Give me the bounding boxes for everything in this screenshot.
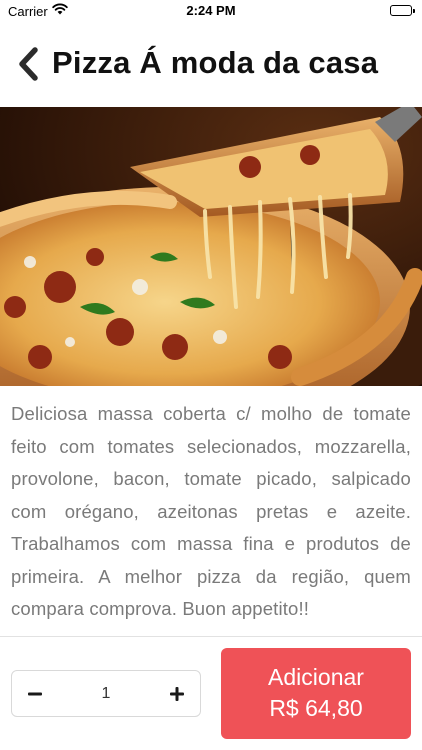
add-to-cart-button[interactable]: Adicionar R$ 64,80 [221,648,411,739]
page-title: Pizza Á moda da casa [52,45,379,80]
decrease-quantity-button[interactable] [12,671,58,716]
quantity-value: 1 [101,685,111,702]
divider [0,636,422,637]
back-button[interactable] [14,44,44,84]
chevron-left-icon [19,47,38,81]
add-button-label: Adicionar [268,664,364,690]
add-button-price: R$ 64,80 [269,695,363,721]
status-bar: Carrier 2:24 PM [0,0,422,22]
battery-icon [390,5,415,16]
plus-icon [170,686,184,701]
product-image [0,107,422,386]
minus-icon [28,692,42,695]
increase-quantity-button[interactable] [154,671,200,716]
header: Pizza Á moda da casa [0,40,422,90]
clock: 2:24 PM [186,3,236,18]
quantity-stepper: 1 [11,670,201,717]
product-detail-screen: Carrier 2:24 PM Pizza Á moda da casa Del… [0,0,422,750]
product-description: Deliciosa massa coberta c/ molho de toma… [11,403,411,619]
